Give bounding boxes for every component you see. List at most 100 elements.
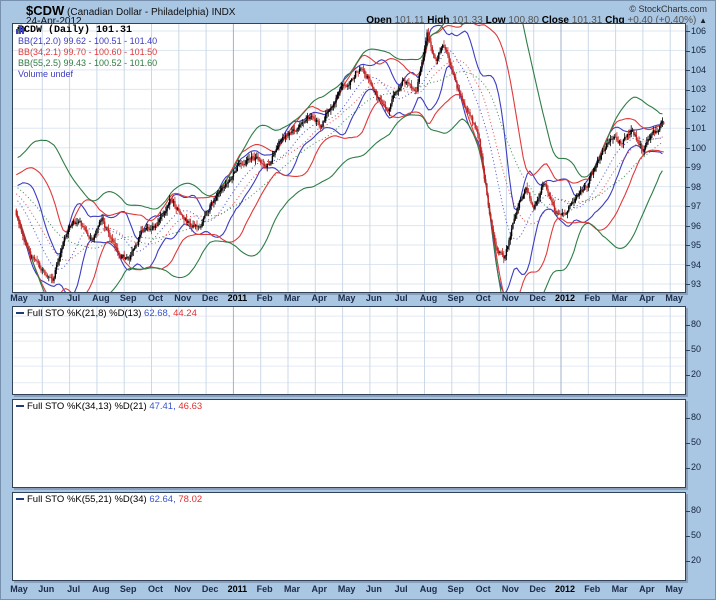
stochastic-legend-1: Full STO %K(21,8) %D(13) 62.68, 44.24 [16,308,197,319]
line-dash-icon [16,312,24,314]
x-axis-top: May Jun Jul Aug Sep Oct Nov Dec 2011 Feb Mar Apr May… [1,293,716,306]
month-label: Jun [38,293,54,303]
month-label: Oct [148,293,163,303]
month-label: Sep [120,584,137,594]
axis-tick-label: 50 [686,530,701,540]
month-label: Sep [448,293,465,303]
axis-tick-label: 99 [686,162,701,172]
line-dash-icon [16,405,24,407]
legend-label: $CDW (Daily) 101.31 [18,25,132,36]
axis-tick-label: 93 [686,279,701,289]
axis-tick-label: 94 [686,260,701,270]
axis-tick-label: 95 [686,240,701,250]
month-label: Feb [584,584,600,594]
d-value: 46.63 [178,401,202,412]
axis-tick-label: 105 [686,45,706,55]
month-label: Jul [395,293,408,303]
axis-tick-label: 106 [686,26,706,36]
k-value: 62.68, [144,308,170,319]
month-label: Feb [584,293,600,303]
month-label: Dec [202,293,219,303]
month-label: Mar [612,584,628,594]
month-label: Oct [476,293,491,303]
x-axis-bottom: MayJunJulAugSepOctNovDec2011FebMarAprMay… [1,584,716,597]
stochastic-panel-3: Full STO %K(55,21) %D(34) 62.64, 78.02 [12,492,686,581]
month-label: Feb [257,293,273,303]
axis-tick-label: 20 [686,462,701,472]
k-value: 47.41, [149,401,175,412]
indicator-name: Full STO %K(34,13) %D(21) [27,401,147,412]
month-label: Sep [448,584,465,594]
stochastic-chart-canvas-1 [13,307,685,394]
axis-tick-label: 80 [686,412,701,422]
month-label: Apr [312,584,328,594]
month-label: Jun [366,293,382,303]
legend-row: Volume undef [16,69,157,80]
stochastic-legend-2: Full STO %K(34,13) %D(21) 47.41, 46.63 [16,401,202,412]
change-up-arrow-icon: ▲ [699,16,707,25]
axis-tick-label: 80 [686,319,701,329]
month-label: Mar [284,584,300,594]
stochastic-chart-canvas-2 [13,400,685,487]
month-label: Aug [92,293,110,303]
month-label: May [10,584,28,594]
stochastic-chart-canvas-3 [13,493,685,580]
month-label: Sep [120,293,137,303]
month-label: May [338,584,356,594]
legend-label: BB(21,2.0) 99.62 - 100.51 - 101.40 [18,36,157,46]
axis-tick-label: 96 [686,221,701,231]
month-label: Dec [202,584,219,594]
month-label: Apr [639,293,655,303]
month-label: Mar [284,293,300,303]
axis-tick-label: 50 [686,437,701,447]
month-label: Oct [476,584,491,594]
axis-tick-label: 101 [686,123,706,133]
month-label: Aug [420,584,438,594]
axis-tick-label: 98 [686,182,701,192]
d-value: 78.02 [178,494,202,505]
stochastic-panel-1: Full STO %K(21,8) %D(13) 62.68, 44.24 [12,306,686,395]
k-value: 62.64, [149,494,175,505]
year-label: 2011 [228,584,248,594]
indicator-name: Full STO %K(55,21) %D(34) [27,494,147,505]
month-label: Dec [529,293,546,303]
month-label: May [665,584,683,594]
month-label: Apr [639,584,655,594]
copyright: © StockCharts.com [629,4,707,14]
legend-label: Volume undef [18,69,73,79]
price-legend: $CDW (Daily) 101.31BB(21,2.0) 99.62 - 10… [16,25,157,80]
month-label: Dec [529,584,546,594]
legend-label: BB(34,2.1) 99.70 - 100.60 - 101.50 [18,47,157,57]
month-label: Nov [502,293,519,303]
month-label: Aug [92,584,110,594]
month-label: May [10,293,28,303]
ticker-description: (Canadian Dollar - Philadelphia) INDX [64,7,235,18]
month-label: May [665,293,683,303]
month-label: May [338,293,356,303]
axis-tick-label: 104 [686,65,706,75]
month-label: Aug [420,293,438,303]
stochastic-legend-3: Full STO %K(55,21) %D(34) 62.64, 78.02 [16,494,202,505]
legend-label: BB(55,2.5) 99.43 - 100.52 - 101.60 [18,58,157,68]
line-dash-icon [16,498,24,500]
d-value: 44.24 [173,308,197,319]
month-label: Oct [148,584,163,594]
month-label: Apr [312,293,328,303]
axis-tick-label: 97 [686,201,701,211]
year-label: 2012 [555,584,575,594]
axis-tick-label: 50 [686,344,701,354]
legend-row: $CDW (Daily) 101.31 [16,25,157,36]
month-label: Jul [67,293,80,303]
year-label: 2011 [228,293,248,303]
axis-tick-label: 102 [686,104,706,114]
main-price-panel: $CDW (Daily) 101.31BB(21,2.0) 99.62 - 10… [12,23,686,293]
legend-row: BB(21,2.0) 99.62 - 100.51 - 101.40 [16,36,157,47]
stochastic-panel-2: Full STO %K(34,13) %D(21) 47.41, 46.63 [12,399,686,488]
axis-tick-label: 100 [686,143,706,153]
month-label: Feb [257,584,273,594]
axis-tick-label: 20 [686,369,701,379]
month-label: Jun [366,584,382,594]
month-label: Nov [174,293,191,303]
month-label: Nov [174,584,191,594]
axis-tick-label: 80 [686,505,701,515]
